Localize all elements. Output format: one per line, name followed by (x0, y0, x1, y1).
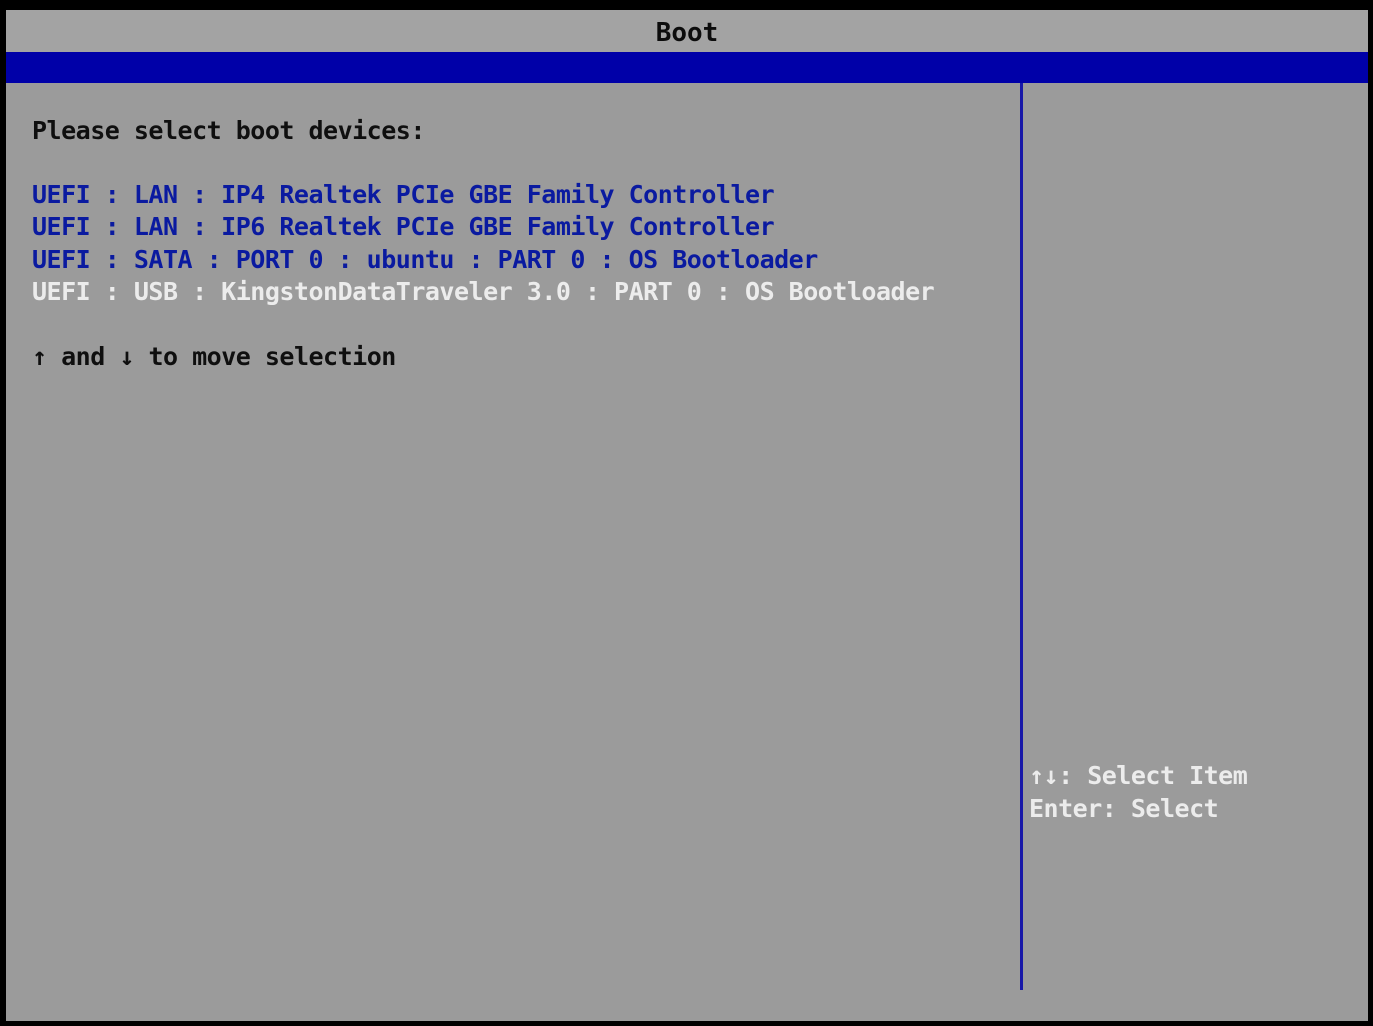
help-panel: ↑↓: Select Item Enter: Select (1023, 83, 1368, 1021)
hint-rest-text: to move selection (133, 342, 396, 371)
menu-band (6, 52, 1368, 83)
boot-prompt: Please select boot devices: (32, 116, 425, 145)
main-panel: Please select boot devices: UEFI : LAN :… (6, 83, 1020, 1021)
bios-screen: Boot Please select boot devices: UEFI : … (6, 10, 1368, 1021)
navigation-hint: ↑ and ↓ to move selection (32, 341, 396, 373)
page-title: Boot (655, 18, 719, 48)
boot-device-option[interactable]: UEFI : LAN : IP6 Realtek PCIe GBE Family… (32, 211, 775, 243)
help-enter-select: Enter: Select (1029, 794, 1219, 823)
boot-device-option[interactable]: UEFI : SATA : PORT 0 : ubuntu : PART 0 :… (32, 244, 818, 276)
boot-device-option[interactable]: UEFI : LAN : IP4 Realtek PCIe GBE Family… (32, 179, 775, 211)
up-arrow-icon: ↑ (32, 342, 47, 371)
hint-and-text: and (46, 342, 120, 371)
help-select-item: ↑↓: Select Item (1029, 761, 1248, 790)
boot-device-option-selected[interactable]: UEFI : USB : KingstonDataTraveler 3.0 : … (32, 276, 935, 308)
down-arrow-icon: ↓ (119, 342, 134, 371)
title-bar: Boot (6, 10, 1368, 52)
